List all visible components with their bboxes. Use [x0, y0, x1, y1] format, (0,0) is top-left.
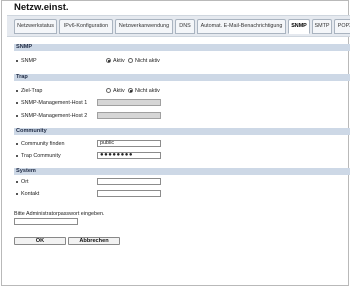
kontakt-label: Kontakt: [21, 191, 40, 197]
row-trap-community: Trap Community ●●●●●●●●: [14, 151, 350, 161]
tab-email-benachrichtigung[interactable]: Automat. E-Mail-Benachrichtigung: [197, 19, 286, 34]
section-header-system: System: [14, 168, 350, 175]
host2-label: SNMP-Management-Host 2: [21, 113, 88, 119]
section-header-trap: Trap: [14, 74, 350, 81]
row-snmp: SNMP Aktiv Nicht aktiv: [14, 56, 350, 66]
bullet-icon: [16, 89, 18, 92]
host2-input[interactable]: [97, 112, 161, 119]
community-finden-label: Community finden: [21, 141, 65, 147]
snmp-radio-nicht-aktiv[interactable]: Nicht aktiv: [128, 56, 160, 66]
tab-pop3[interactable]: POP3: [334, 19, 350, 34]
row-community-finden: Community finden public: [14, 139, 350, 149]
kontakt-input[interactable]: [97, 190, 161, 197]
bullet-icon: [16, 114, 18, 117]
tab-dns[interactable]: DNS: [175, 19, 195, 34]
tab-netzwerkanwendung[interactable]: Netzwerkanwendung: [115, 19, 173, 34]
radio-unselected-icon[interactable]: [106, 88, 111, 94]
row-host2: SNMP-Management-Host 2: [14, 111, 350, 121]
radio-selected-icon[interactable]: [106, 58, 111, 64]
snmp-label: SNMP: [21, 58, 37, 64]
section-header-community: Community: [14, 128, 350, 135]
bullet-icon: [16, 142, 18, 145]
radio-selected-icon[interactable]: [128, 88, 133, 94]
tab-ipv6-konfiguration[interactable]: IPv6-Konfiguration: [59, 19, 113, 34]
bullet-icon: [16, 192, 18, 195]
page-title: Netzw.einst.: [14, 2, 69, 13]
row-ziel-trap: Ziel-Trap Aktiv Nicht aktiv: [14, 86, 350, 96]
tab-netzwerkstatus[interactable]: Netzwerkstatus: [14, 19, 57, 34]
host1-label: SNMP-Management-Host 1: [21, 100, 88, 106]
ort-label: Ort: [21, 179, 29, 185]
tab-bar: Netzwerkstatus IPv6-Konfiguration Netzwe…: [7, 15, 350, 37]
trap-community-input[interactable]: ●●●●●●●●: [97, 152, 161, 159]
snmp-radio-aktiv[interactable]: Aktiv: [106, 56, 125, 66]
ziel-trap-radio-aktiv[interactable]: Aktiv: [106, 86, 125, 96]
cancel-button[interactable]: Abbrechen: [68, 237, 120, 245]
admin-password-input[interactable]: [14, 218, 78, 225]
trap-community-label: Trap Community: [21, 153, 61, 159]
ziel-trap-radio-nicht-aktiv[interactable]: Nicht aktiv: [128, 86, 160, 96]
tab-smtp[interactable]: SMTP: [312, 19, 332, 34]
admin-password-label: Bitte Administratorpasswort eingeben.: [14, 211, 105, 217]
tab-snmp[interactable]: SNMP: [288, 19, 310, 34]
bullet-icon: [16, 101, 18, 104]
bullet-icon: [16, 154, 18, 157]
ort-input[interactable]: [97, 178, 161, 185]
row-host1: SNMP-Management-Host 1: [14, 98, 350, 108]
host1-input[interactable]: [97, 99, 161, 106]
bullet-icon: [16, 59, 18, 62]
radio-unselected-icon[interactable]: [128, 58, 133, 64]
ok-button[interactable]: OK: [14, 237, 66, 245]
bullet-icon: [16, 180, 18, 183]
ziel-trap-label: Ziel-Trap: [21, 88, 43, 94]
community-finden-input[interactable]: public: [97, 140, 161, 147]
row-kontakt: Kontakt: [14, 189, 350, 199]
row-ort: Ort: [14, 177, 350, 187]
section-header-snmp: SNMP: [14, 44, 350, 51]
